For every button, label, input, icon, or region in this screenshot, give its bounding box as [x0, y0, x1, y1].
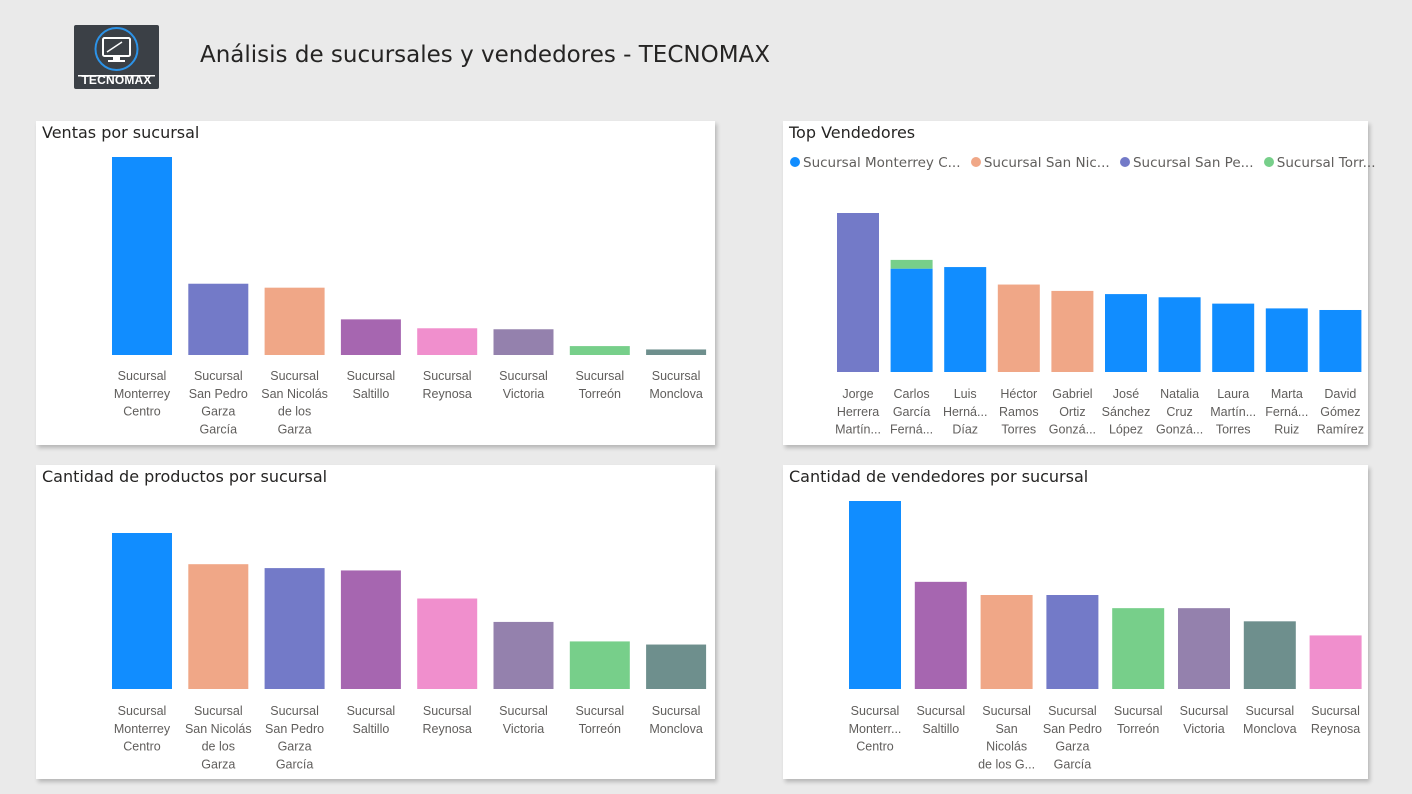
bar[interactable] [849, 501, 901, 689]
x-tick-label: Sucursal Monclova [1243, 704, 1297, 736]
tecnomax-logo: TECNOMAX [74, 25, 159, 89]
x-tick-label: Gabriel Ortiz Gonzá... [1049, 387, 1096, 437]
x-tick-label: Sucursal San Nicolás de los Garza [261, 369, 328, 436]
productos-por-sucursal-card[interactable]: Cantidad de productos por sucursal Sucur… [36, 465, 715, 779]
logo-text: TECNOMAX [81, 73, 152, 87]
x-tick-label: David Gómez Ramírez [1317, 387, 1364, 437]
bar[interactable] [112, 533, 172, 689]
bar-segment[interactable] [1265, 308, 1308, 372]
bar[interactable] [112, 157, 172, 355]
x-tick-label: Sucursal Monclova [649, 704, 703, 736]
vendedores-por-sucursal-chart[interactable]: Sucursal Monterr... Centro Sucursal Saltillo… [783, 465, 1368, 779]
bar[interactable] [264, 287, 325, 355]
bar-segment[interactable] [837, 213, 879, 372]
bar-segment[interactable] [997, 284, 1040, 372]
x-tick-label: Carlos García Ferná... [890, 387, 933, 437]
bar-segment[interactable] [890, 268, 933, 372]
x-tick-label: Sucursal Saltillo [347, 369, 396, 401]
x-tick-label: Laura Martín... Torres [1210, 387, 1256, 437]
x-tick-label: Sucursal San Pedro Garza García [189, 369, 248, 436]
x-tick-label: Sucursal Reynosa [1311, 704, 1360, 736]
bar[interactable] [340, 319, 401, 355]
x-tick-label: Sucursal Torreón [1114, 704, 1163, 736]
bar[interactable] [1178, 608, 1230, 689]
bar[interactable] [646, 349, 707, 355]
bar[interactable] [569, 641, 630, 689]
x-tick-label: Sucursal Saltillo [916, 704, 965, 736]
x-tick-label: Sucursal Monterrey Centro [114, 704, 171, 754]
x-tick-label: Sucursal San Nicolás de los G... [978, 704, 1035, 771]
bar[interactable] [340, 570, 401, 689]
bar[interactable] [417, 328, 478, 355]
x-tick-label: Sucursal Victoria [499, 369, 548, 401]
x-tick-label: Marta Ferná... Ruiz [1265, 387, 1308, 437]
bar[interactable] [417, 598, 478, 689]
x-tick-label: Héctor Ramos Torres [999, 387, 1039, 437]
x-tick-label: Sucursal San Nicolás de los Garza [185, 704, 252, 771]
bar[interactable] [914, 581, 967, 689]
x-tick-label: Luis Herná... Díaz [943, 387, 987, 437]
x-tick-label: Sucursal San Pedro Garza García [265, 704, 324, 771]
bar[interactable] [1243, 621, 1296, 689]
bar[interactable] [188, 564, 249, 689]
x-tick-label: Sucursal Monterr... Centro [849, 704, 902, 754]
bar[interactable] [493, 621, 554, 689]
report-title: Análisis de sucursales y vendedores - TE… [200, 42, 771, 68]
bar-segment[interactable] [1051, 290, 1094, 372]
x-tick-label: Sucursal Victoria [1180, 704, 1229, 736]
ventas-por-sucursal-chart[interactable]: Sucursal Monterrey Centro Sucursal San Pedro… [36, 121, 715, 445]
bar[interactable] [264, 568, 325, 689]
x-tick-label: Sucursal Torreón [575, 369, 624, 401]
bar[interactable] [188, 283, 249, 355]
x-tick-label: Sucursal Saltillo [347, 704, 396, 736]
x-tick-label: Sucursal Torreón [575, 704, 624, 736]
x-tick-label: José Sánchez López [1102, 387, 1151, 437]
x-tick-label: Natalia Cruz Gonzá... [1156, 387, 1203, 437]
productos-por-sucursal-chart[interactable]: Sucursal Monterrey Centro Sucursal San Nicol… [36, 465, 715, 779]
bar[interactable] [980, 595, 1033, 689]
bar-segment[interactable] [944, 267, 987, 372]
bar-segment[interactable] [890, 259, 933, 269]
bar[interactable] [1046, 595, 1099, 689]
x-tick-label: Sucursal Victoria [499, 704, 548, 736]
ventas-por-sucursal-card[interactable]: Ventas por sucursal Sucursal Monterrey Cen… [36, 121, 715, 445]
x-tick-label: Sucursal Monclova [649, 369, 703, 401]
bar-segment[interactable] [1158, 297, 1201, 372]
bar-segment[interactable] [1105, 294, 1147, 372]
top-vendedores-card[interactable]: Top Vendedores Sucursal Monterrey C... S… [783, 121, 1376, 445]
x-tick-label: Sucursal San Pedro Garza García [1043, 704, 1102, 771]
bar-segment[interactable] [1212, 303, 1255, 372]
top-vendedores-chart[interactable]: Jorge Herrera Martín...Carlos García Ferná..… [783, 121, 1368, 445]
x-tick-label: Sucursal Reynosa [423, 369, 472, 401]
bar[interactable] [1309, 635, 1362, 689]
x-tick-label: Sucursal Reynosa [423, 704, 472, 736]
bar[interactable] [569, 346, 630, 355]
bar[interactable] [646, 644, 707, 689]
x-tick-label: Jorge Herrera Martín... [835, 387, 881, 437]
vendedores-por-sucursal-card[interactable]: Cantidad de vendedores por sucursal Sucu… [783, 465, 1368, 779]
x-tick-label: Sucursal Monterrey Centro [114, 369, 171, 419]
bar[interactable] [493, 329, 554, 355]
bar[interactable] [1112, 608, 1165, 689]
bar-segment[interactable] [1319, 309, 1362, 372]
